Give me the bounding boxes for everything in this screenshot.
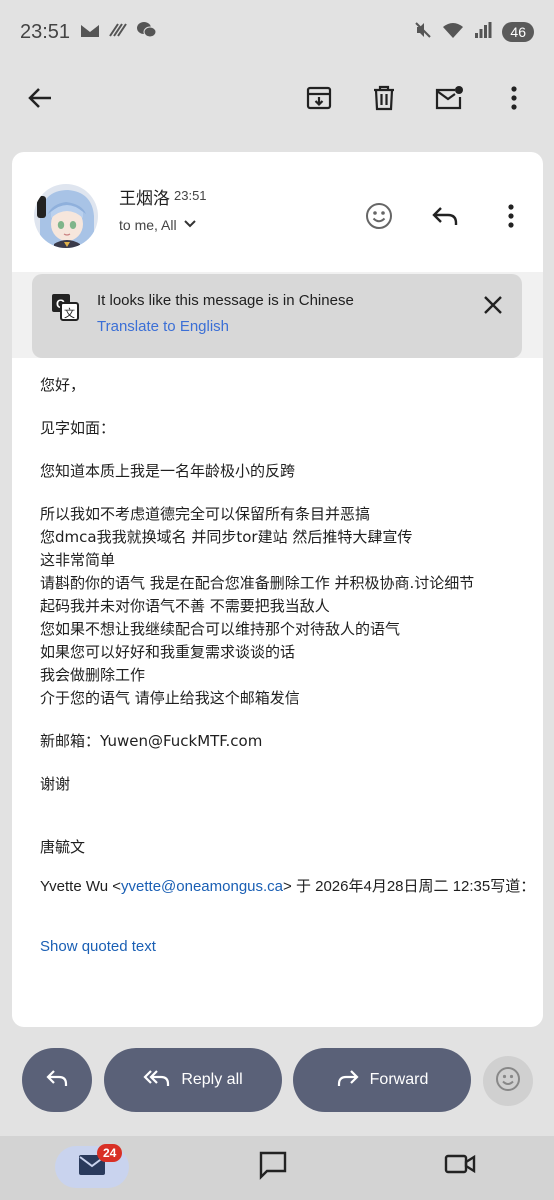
body-line: 我会做删除工作 xyxy=(40,666,146,684)
emoji-icon xyxy=(365,202,393,234)
recipients-toggle[interactable]: to me, All xyxy=(119,216,197,233)
sender-header: 王烟洛 23:51 to me, All xyxy=(12,174,543,274)
body-greeting: 您好， xyxy=(40,376,86,394)
translate-message: It looks like this message is in Chinese xyxy=(97,292,354,309)
chevron-down-icon xyxy=(183,216,197,233)
show-quoted-text-link[interactable]: Show quoted text xyxy=(40,938,156,955)
battery-indicator: 46 xyxy=(502,22,534,42)
video-camera-icon xyxy=(444,1154,476,1182)
signal-icon xyxy=(474,21,492,44)
gmail-notification-icon xyxy=(80,21,100,43)
sender-name[interactable]: 王烟洛 xyxy=(119,184,170,209)
quote-email-link[interactable]: yvette@oneamongus.ca xyxy=(121,878,283,895)
translate-banner-area: G文 It looks like this message is in Chin… xyxy=(12,272,543,358)
body-line: 您如果不想让我继续配合可以维持那个对待敌人的语气 xyxy=(40,620,401,638)
more-vert-icon xyxy=(507,204,515,232)
mark-unread-button[interactable] xyxy=(427,78,471,122)
forward-button[interactable]: Forward xyxy=(293,1048,471,1112)
reply-actions: Reply all Forward xyxy=(0,1048,554,1114)
body-line: 如果您可以好好和我重复需求谈谈的话 xyxy=(40,643,296,661)
mail-unread-icon xyxy=(434,85,464,115)
quote-prefix: Yvette Wu < xyxy=(40,878,122,895)
email-body: 您好， 见字如面： 您知道本质上我是一名年龄极小的反跨 所以我如不考虑道德完全可… xyxy=(40,374,540,859)
mail-unread-badge: 24 xyxy=(97,1144,123,1162)
add-reaction-button[interactable] xyxy=(357,196,401,240)
mute-icon xyxy=(414,21,432,44)
body-line: 这非常简单 xyxy=(40,551,116,569)
reply-button[interactable] xyxy=(423,196,467,240)
reply-all-icon xyxy=(143,1067,171,1094)
status-bar: 23:51 46 xyxy=(0,0,554,64)
nav-chat-tab[interactable] xyxy=(258,1150,288,1184)
archive-button[interactable] xyxy=(297,78,341,122)
body-thanks: 谢谢 xyxy=(40,775,71,793)
recipients-label: to me, All xyxy=(119,216,177,233)
forward-label: Forward xyxy=(369,1071,429,1088)
body-line: 介于您的语气 请停止给我这个邮箱发信 xyxy=(40,689,300,707)
arrow-back-icon xyxy=(27,85,53,115)
trash-icon xyxy=(371,84,397,116)
message-more-button[interactable] xyxy=(489,196,533,240)
google-translate-icon: G文 xyxy=(50,292,80,326)
forward-icon xyxy=(336,1067,360,1094)
status-time: 23:51 xyxy=(20,20,71,43)
close-icon xyxy=(482,296,504,320)
quote-attribution: Yvette Wu <yvette@oneamongus.ca> 于 2026年… xyxy=(40,875,535,896)
wechat-notification-icon xyxy=(136,21,158,44)
delete-button[interactable] xyxy=(362,78,406,122)
body-new-email: 新邮箱：Yuwen@FuckMTF.com xyxy=(40,732,263,750)
body-line: 起码我并未对你语气不善 不需要把我当敌人 xyxy=(40,597,330,615)
body-intro: 见字如面： xyxy=(40,419,116,437)
reply-pill-button[interactable] xyxy=(22,1048,92,1112)
archive-icon xyxy=(305,84,333,116)
body-signature: 唐毓文 xyxy=(40,838,86,856)
email-time: 23:51 xyxy=(174,188,207,203)
svg-text:文: 文 xyxy=(64,306,75,320)
stripes-notification-icon xyxy=(108,21,128,43)
translate-banner: G文 It looks like this message is in Chin… xyxy=(32,274,522,358)
app-bar xyxy=(0,64,554,136)
chat-icon xyxy=(258,1151,288,1184)
quote-suffix: > 于 2026年4月28日周二 12:35写道： xyxy=(283,878,536,895)
body-line: 您dmca我我就换域名 并同步tor建站 然后推特大肆宣传 xyxy=(40,528,413,546)
react-emoji-button[interactable] xyxy=(483,1056,533,1106)
more-vert-icon xyxy=(510,86,518,114)
more-options-button[interactable] xyxy=(492,78,536,122)
body-line: 所以我如不考虑道德完全可以保留所有条目并恶搞 xyxy=(40,505,371,523)
email-card: 王烟洛 23:51 to me, All 文 It looks like thi… xyxy=(12,152,543,1027)
avatar[interactable] xyxy=(34,184,98,248)
nav-meet-tab[interactable] xyxy=(444,1150,476,1182)
body-paragraph: 您知道本质上我是一名年龄极小的反跨 xyxy=(40,462,296,480)
bottom-navigation: 24 xyxy=(0,1136,554,1200)
reply-icon xyxy=(431,204,459,232)
body-line: 请斟酌你的语气 我是在配合您准备删除工作 并积极协商.讨论细节 xyxy=(40,574,475,592)
emoji-icon xyxy=(495,1066,521,1096)
translate-link[interactable]: Translate to English xyxy=(97,318,229,335)
reply-all-button[interactable]: Reply all xyxy=(104,1048,282,1112)
reply-all-label: Reply all xyxy=(181,1071,243,1088)
wifi-icon xyxy=(442,21,464,44)
reply-icon xyxy=(45,1067,69,1094)
back-button[interactable] xyxy=(18,78,62,122)
dismiss-translate-button[interactable] xyxy=(482,294,504,320)
